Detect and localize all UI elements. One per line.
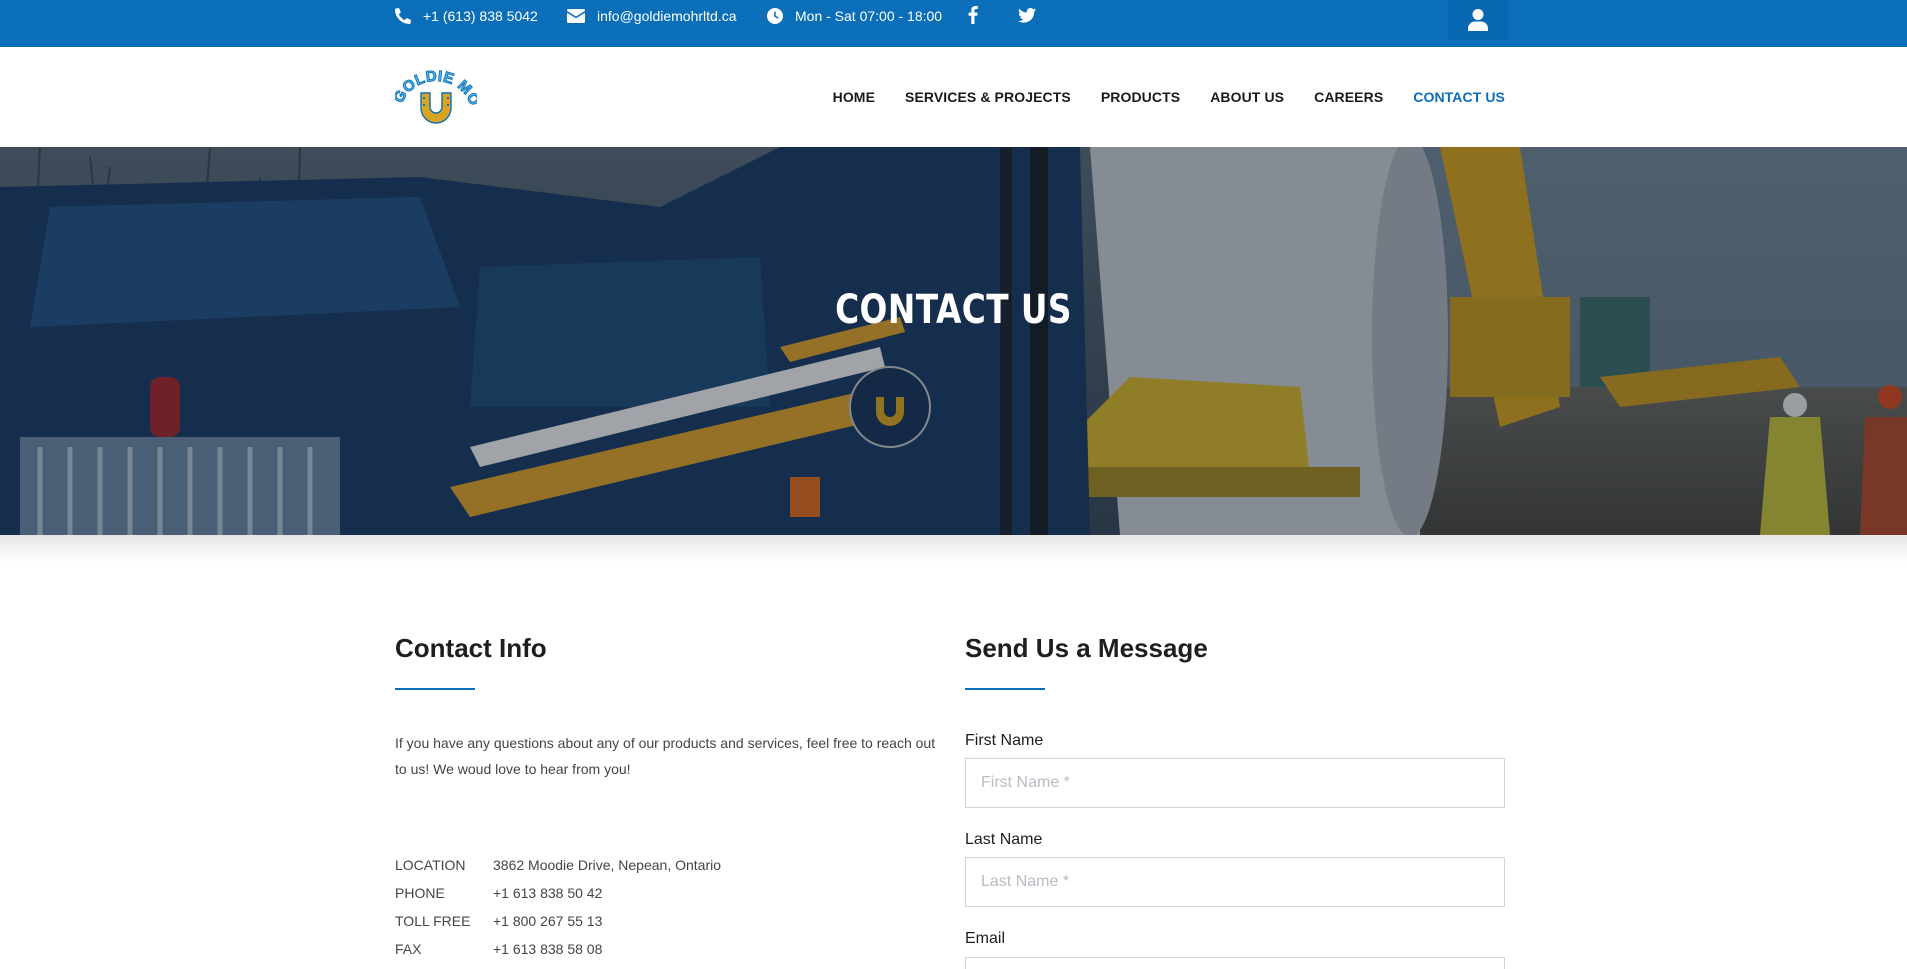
topbar-email-text: info@goldiemohrltd.ca	[597, 8, 737, 24]
topbar-hours: Mon - Sat 07:00 - 18:00	[767, 0, 942, 32]
nav-products[interactable]: PRODUCTS	[1101, 89, 1180, 105]
twitter-icon	[1018, 7, 1036, 23]
nav-contact-us[interactable]: CONTACT US	[1413, 89, 1505, 105]
main-menu: HOME SERVICES & PROJECTS PRODUCTS ABOUT …	[803, 89, 1505, 105]
facebook-link[interactable]	[963, 4, 983, 26]
topbar-phone[interactable]: +1 (613) 838 5042	[395, 0, 538, 32]
info-value[interactable]: +1 800 267 55 13	[493, 913, 602, 929]
svg-text:GOLDIE MOHR LTD: GOLDIE MOHR LTD	[395, 63, 477, 109]
top-bar: +1 (613) 838 5042 info@goldiemohrltd.ca …	[0, 0, 1907, 47]
topbar-hours-text: Mon - Sat 07:00 - 18:00	[795, 8, 943, 24]
first-name-input[interactable]	[965, 758, 1505, 808]
main-navbar: GOLDIE MOHR LTD HOME SERVICES & PROJECTS…	[0, 47, 1907, 147]
last-name-input[interactable]	[965, 857, 1505, 907]
message-form-title: Send Us a Message	[965, 633, 1208, 663]
hero-shadow	[0, 535, 1907, 563]
info-row-fax: FAX +1 613 838 58 08	[395, 941, 602, 957]
info-label: FAX	[395, 941, 422, 957]
contact-info-underline	[395, 688, 475, 690]
phone-icon	[395, 8, 411, 24]
info-row-location: LOCATION 3862 Moodie Drive, Nepean, Onta…	[395, 857, 721, 873]
info-row-toll-free: TOLL FREE +1 800 267 55 13	[395, 913, 602, 929]
topbar-email[interactable]: info@goldiemohrltd.ca	[567, 0, 737, 32]
info-value[interactable]: +1 613 838 50 42	[493, 885, 602, 901]
company-logo[interactable]: GOLDIE MOHR LTD	[389, 50, 483, 125]
info-label: PHONE	[395, 885, 445, 901]
hero-overlay	[0, 147, 1907, 535]
topbar-phone-text: +1 (613) 838 5042	[423, 8, 538, 24]
nav-services-projects[interactable]: SERVICES & PROJECTS	[905, 89, 1071, 105]
account-button[interactable]	[1448, 0, 1508, 40]
info-label: LOCATION	[395, 857, 466, 873]
nav-careers[interactable]: CAREERS	[1314, 89, 1383, 105]
envelope-icon	[567, 9, 585, 23]
facebook-icon	[968, 6, 978, 24]
info-row-phone: PHONE +1 613 838 50 42	[395, 885, 602, 901]
contact-info-title: Contact Info	[395, 633, 547, 663]
user-icon	[1468, 9, 1488, 31]
first-name-label: First Name	[965, 732, 1044, 749]
nav-home[interactable]: HOME	[833, 89, 875, 105]
info-label: TOLL FREE	[395, 913, 471, 929]
message-form-underline	[965, 688, 1045, 690]
info-value: 3862 Moodie Drive, Nepean, Ontario	[493, 857, 722, 873]
hero-banner: CONTACT US	[0, 147, 1907, 535]
twitter-link[interactable]	[1016, 4, 1038, 26]
email-label: Email	[965, 930, 1006, 947]
email-input[interactable]	[965, 957, 1505, 969]
hero-title: CONTACT US	[835, 287, 1072, 333]
nav-about-us[interactable]: ABOUT US	[1210, 89, 1284, 105]
clock-icon	[767, 8, 783, 24]
contact-info-intro: If you have any questions about any of o…	[395, 735, 936, 777]
info-value: +1 613 838 58 08	[493, 941, 603, 957]
last-name-label: Last Name	[965, 831, 1043, 848]
